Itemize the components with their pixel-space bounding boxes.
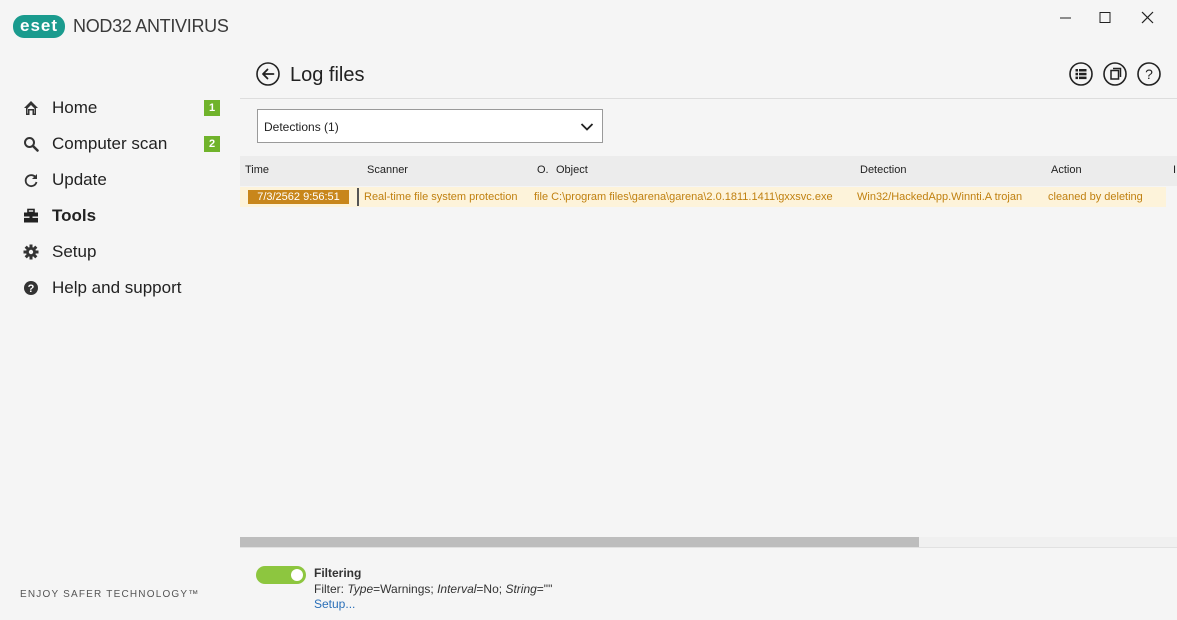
filter-description: Filter: Type=Warnings; Interval=No; Stri… (314, 582, 552, 596)
cell-action: cleaned by deleting (1048, 191, 1143, 203)
row-focus-marker (357, 188, 359, 206)
notification-badge: 1 (204, 100, 220, 116)
filter-prefix: Filter: (314, 582, 348, 596)
sidebar-item-label: Computer scan (52, 134, 168, 153)
sidebar-item-label: Help and support (52, 278, 182, 297)
svg-text:?: ? (28, 283, 35, 295)
column-header-action[interactable]: Action (1051, 164, 1082, 176)
column-header-object-type[interactable]: O. (537, 164, 549, 176)
filter-interval-value: =No; (476, 582, 506, 596)
search-icon (24, 137, 39, 152)
toggle-knob (291, 569, 303, 581)
filter-string-key: String (505, 582, 537, 596)
product-name: NOD32 ANTIVIRUS (73, 16, 229, 36)
sidebar-item-home[interactable]: Home 1 (0, 90, 240, 126)
header-divider (240, 98, 1177, 99)
cell-time: 7/3/2562 9:56:51 (248, 190, 349, 204)
eset-logo-badge: eset (13, 15, 66, 38)
filtering-title: Filtering (314, 566, 362, 580)
svg-text:?: ? (1145, 66, 1153, 82)
refresh-icon (24, 174, 38, 188)
sidebar-item-label: Home (52, 98, 98, 117)
app-logo: eset NOD32 ANTIVIRUS (13, 15, 229, 38)
column-header-detection[interactable]: Detection (860, 164, 906, 176)
log-table: Time Scanner O. Object Detection Action … (240, 156, 1177, 536)
column-header-time[interactable]: Time (245, 164, 269, 176)
table-header: Time Scanner O. Object Detection Action … (240, 156, 1177, 186)
home-icon (24, 101, 38, 115)
cell-scanner: Real-time file system protection (364, 191, 518, 203)
sidebar-item-label: Tools (52, 206, 97, 225)
sidebar-item-computer-scan[interactable]: Computer scan 2 (0, 126, 240, 162)
question-icon: ? (24, 281, 38, 295)
filter-interval-key: Interval (437, 582, 477, 596)
cell-object: file C:\program files\garena\garena\2.0.… (534, 191, 833, 203)
notification-badge: 2 (204, 136, 220, 152)
log-type-selected: Detections (1) (264, 120, 339, 134)
horizontal-scrollbar-thumb[interactable] (240, 537, 919, 547)
filter-type-key: Type (347, 582, 374, 596)
log-type-count: (1) (324, 120, 339, 134)
filter-string-value: ="" (536, 582, 553, 596)
list-icon[interactable] (1069, 62, 1093, 86)
tagline: ENJOY SAFER TECHNOLOGY™ (20, 589, 200, 600)
column-header-info[interactable]: I (1173, 164, 1176, 176)
filter-type-value: =Warnings; (373, 582, 438, 596)
main-panel: Log files ? Detections (1) Time Scanner … (240, 0, 1177, 620)
filtering-toggle[interactable] (256, 566, 306, 584)
sidebar-item-update[interactable]: Update (0, 162, 240, 198)
chevron-down-icon (580, 123, 594, 131)
page-title: Log files (290, 64, 365, 86)
sidebar: eset NOD32 ANTIVIRUS Home 1 Computer sca… (0, 0, 240, 620)
log-type-select[interactable]: Detections (1) (257, 109, 603, 143)
sidebar-item-setup[interactable]: Setup (0, 234, 240, 270)
back-arrow-icon[interactable] (256, 62, 280, 86)
toolbox-icon (24, 208, 38, 223)
log-type-label: Detections (264, 120, 321, 134)
copy-icon[interactable] (1103, 62, 1127, 86)
sidebar-item-tools[interactable]: Tools (0, 198, 240, 234)
sidebar-item-help-and-support[interactable]: ? Help and support (0, 270, 240, 306)
footer-divider (240, 547, 1177, 548)
column-header-scanner[interactable]: Scanner (367, 164, 408, 176)
filter-setup-link[interactable]: Setup... (314, 597, 355, 611)
gear-icon (23, 244, 39, 260)
help-icon[interactable]: ? (1137, 62, 1161, 86)
table-row[interactable]: 7/3/2562 9:56:51 Real-time file system p… (240, 187, 1166, 207)
cell-detection: Win32/HackedApp.Winnti.A trojan (857, 191, 1023, 203)
sidebar-item-label: Setup (52, 242, 97, 261)
sidebar-item-label: Update (52, 170, 107, 189)
column-header-object[interactable]: Object (556, 164, 588, 176)
